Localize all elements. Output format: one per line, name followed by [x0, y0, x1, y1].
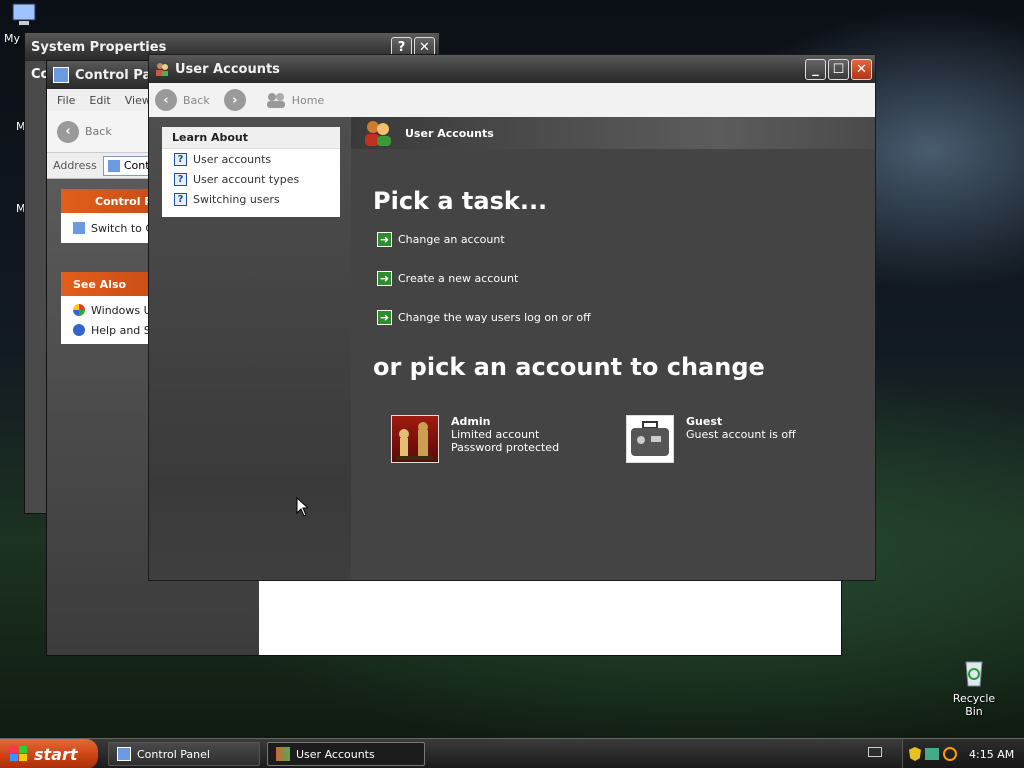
account-name: Guest [686, 415, 723, 428]
switch-view-label: Switch to C [91, 221, 154, 235]
learn-item-label: User account types [193, 172, 300, 186]
learn-item-user-accounts[interactable]: ? User accounts [162, 149, 340, 169]
control-panel-icon [53, 67, 69, 83]
back-label[interactable]: Back [85, 125, 112, 138]
help-icon: ? [174, 172, 187, 186]
box-title: See Also [73, 277, 127, 291]
desktop-icon-label: Recycle Bin [952, 692, 996, 718]
start-button[interactable]: start [0, 739, 98, 768]
windows-logo-icon [10, 746, 28, 762]
help-icon [73, 324, 85, 336]
mouse-cursor-icon [296, 496, 310, 520]
taskbar: start Control Panel User Accounts 4:15 A… [0, 738, 1024, 768]
users-icon [276, 747, 290, 761]
task-label: Create a new account [398, 272, 519, 285]
clock[interactable]: 4:15 AM [969, 748, 1014, 761]
arrow-right-icon: ➜ [377, 310, 392, 325]
learn-item-account-types[interactable]: ? User account types [162, 169, 340, 189]
home-icon[interactable] [266, 92, 286, 108]
control-panel-icon [117, 747, 131, 761]
taskbar-item-label: User Accounts [296, 747, 375, 761]
security-shield-icon[interactable] [909, 747, 921, 761]
user-accounts-window[interactable]: User Accounts _ ☐ ✕ ‹ Back › Home Learn … [148, 54, 876, 581]
forward-arrow-icon[interactable]: › [223, 89, 246, 111]
account-admin[interactable]: Admin Limited account Password protected [391, 415, 559, 463]
system-tray: 4:15 AM [902, 739, 1024, 768]
title-bar[interactable]: User Accounts _ ☐ ✕ [149, 55, 875, 83]
task-create-account[interactable]: ➜ Create a new account [377, 271, 518, 286]
back-label[interactable]: Back [183, 94, 210, 107]
task-change-logon[interactable]: ➜ Change the way users log on or off [377, 310, 591, 325]
task-label: Change an account [398, 233, 505, 246]
recycle-bin-icon [958, 656, 990, 688]
search-icon[interactable] [943, 747, 957, 761]
arrow-right-icon: ➜ [377, 271, 392, 286]
pick-account-heading: or pick an account to change [373, 353, 765, 381]
chess-pieces-icon [391, 415, 439, 463]
help-icon: ? [174, 192, 187, 206]
network-icon[interactable] [925, 748, 939, 760]
see-also-label: Help and S [91, 323, 151, 337]
taskbar-item-control-panel[interactable]: Control Panel [108, 742, 260, 766]
section-header: User Accounts [351, 117, 875, 149]
suitcase-icon [626, 415, 674, 463]
section-title: User Accounts [405, 126, 494, 140]
back-arrow-icon[interactable]: ‹ [155, 89, 177, 111]
learn-item-label: Switching users [193, 192, 280, 206]
account-type: Limited account [451, 428, 540, 441]
maximize-button[interactable]: ☐ [828, 58, 849, 80]
users-icon [155, 62, 169, 76]
account-guest[interactable]: Guest Guest account is off [626, 415, 796, 463]
close-button[interactable]: ✕ [851, 58, 872, 80]
taskbar-item-label: Control Panel [137, 747, 210, 761]
window-title: User Accounts [175, 61, 280, 77]
navigation-bar: ‹ Back › Home [149, 83, 875, 117]
switch-view-icon [73, 222, 85, 234]
main-pane: User Accounts Pick a task... ➜ Change an… [351, 117, 875, 580]
window-title: System Properties [31, 39, 167, 55]
see-also-label: Windows U [91, 303, 152, 317]
learn-item-label: User accounts [193, 152, 272, 166]
pick-task-heading: Pick a task... [373, 187, 548, 215]
back-arrow-icon[interactable]: ‹ [57, 120, 79, 143]
learn-about-header: Learn About [162, 127, 340, 149]
folder-icon [107, 159, 120, 172]
menu-edit[interactable]: Edit [89, 94, 110, 107]
desktop-icon-recycle-bin[interactable]: Recycle Bin [944, 656, 1004, 718]
learn-about-box: Learn About ? User accounts ? User accou… [162, 127, 340, 217]
account-name: Admin [451, 415, 491, 428]
windows-update-icon [73, 304, 85, 316]
start-label: start [34, 744, 78, 764]
taskbar-item-user-accounts[interactable]: User Accounts [267, 742, 425, 766]
users-icon [363, 120, 395, 146]
computer-icon [9, 2, 39, 28]
arrow-right-icon: ➜ [377, 232, 392, 247]
keyboard-icon[interactable] [868, 747, 882, 757]
menu-file[interactable]: File [57, 94, 75, 107]
account-status: Guest account is off [686, 428, 796, 441]
task-change-account[interactable]: ➜ Change an account [377, 232, 505, 247]
minimize-button[interactable]: _ [805, 58, 826, 80]
home-label[interactable]: Home [292, 94, 324, 107]
menu-view[interactable]: View [125, 94, 151, 107]
address-label: Address [53, 159, 97, 172]
task-label: Change the way users log on or off [398, 311, 591, 324]
learn-item-switching-users[interactable]: ? Switching users [162, 189, 340, 209]
account-status: Password protected [451, 441, 560, 454]
left-pane: Learn About ? User accounts ? User accou… [149, 117, 351, 580]
help-icon: ? [174, 152, 187, 166]
